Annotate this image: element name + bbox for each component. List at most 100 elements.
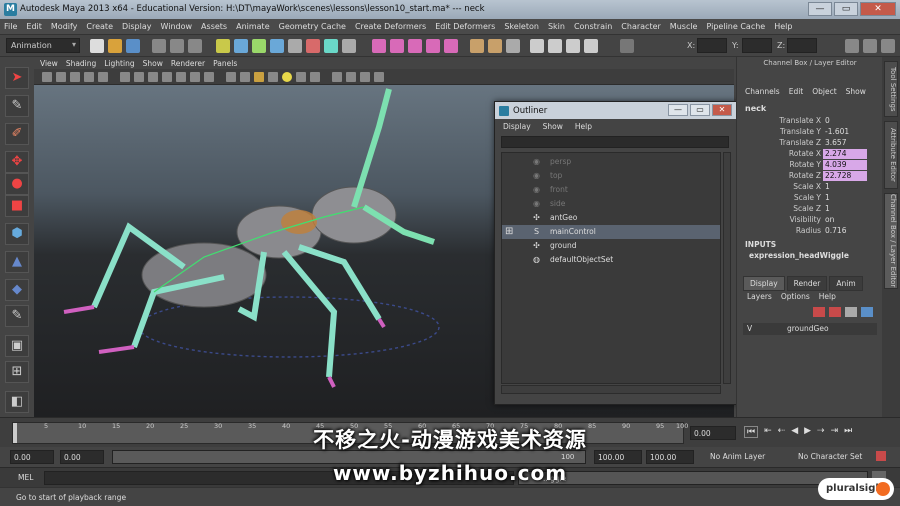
construction-history-icon[interactable] <box>506 39 520 53</box>
channel-row-keyed[interactable]: Rotate X 2.274 <box>737 149 883 160</box>
y-field[interactable] <box>742 38 772 53</box>
z-field[interactable] <box>787 38 817 53</box>
channel-row-keyed[interactable]: Rotate Z 22.728 <box>737 171 883 182</box>
outliner-item[interactable]: ◉ side <box>502 197 720 211</box>
menu-help[interactable]: Help <box>774 22 792 31</box>
outliner-item[interactable]: ◍ defaultObjectSet <box>502 253 720 267</box>
new-layer-from-selected-icon[interactable] <box>829 307 841 317</box>
outliner-item[interactable]: ✣ ground <box>502 239 720 253</box>
make-live-icon[interactable] <box>444 39 458 53</box>
menu-display[interactable]: Display <box>122 22 152 31</box>
new-scene-icon[interactable] <box>90 39 104 53</box>
menu-assets[interactable]: Assets <box>201 22 227 31</box>
maximize-button[interactable]: ▭ <box>834 2 858 16</box>
outliner-item-selected[interactable]: ⊞ SmainControl <box>502 225 720 239</box>
output-ops-icon[interactable] <box>488 39 502 53</box>
channel-row[interactable]: Scale X1 <box>737 182 883 193</box>
select-hierarchy-icon[interactable] <box>152 39 166 53</box>
display-layer-row[interactable]: V groundGeo <box>743 323 877 335</box>
single-perspective-layout-icon[interactable]: ▣ <box>5 335 29 357</box>
snap-to-curves-icon[interactable] <box>390 39 404 53</box>
menu-modify[interactable]: Modify <box>51 22 78 31</box>
lasso-tool-icon[interactable]: ✎ <box>5 95 29 117</box>
outliner-title-bar[interactable]: Outliner — ▭ ✕ <box>495 102 736 119</box>
minimize-button[interactable]: — <box>808 2 832 16</box>
select-misc-icon[interactable] <box>342 39 356 53</box>
select-by-handle-icon[interactable] <box>216 39 230 53</box>
x-field[interactable] <box>697 38 727 53</box>
layer-menu-options[interactable]: Options <box>781 292 810 301</box>
outliner-filter-field[interactable] <box>501 136 729 148</box>
soft-mod-tool-icon[interactable]: ▲ <box>5 251 29 273</box>
outliner-menu-show[interactable]: Show <box>543 122 563 131</box>
channel-row[interactable]: Translate Y -1.601 <box>737 127 883 138</box>
select-rendering-icon[interactable] <box>324 39 338 53</box>
side-tab-channel-box[interactable]: Channel Box / Layer Editor <box>884 193 898 289</box>
menu-skin[interactable]: Skin <box>548 22 565 31</box>
channelbox-menu-object[interactable]: Object <box>812 87 836 96</box>
outliner-maximize-button[interactable]: ▭ <box>690 104 710 116</box>
render-current-frame-icon[interactable] <box>548 39 562 53</box>
outliner-item[interactable]: ✣ antGeo <box>502 211 720 225</box>
last-tool-used-icon[interactable]: ✎ <box>5 305 29 327</box>
outliner-menu-help[interactable]: Help <box>575 122 592 131</box>
layer-menu-help[interactable]: Help <box>819 292 836 301</box>
layer-tab-anim[interactable]: Anim <box>829 276 863 291</box>
outliner-item[interactable]: ◉ front <box>502 183 720 197</box>
menu-character[interactable]: Character <box>621 22 661 31</box>
channel-row[interactable]: Scale Y1 <box>737 193 883 204</box>
show-manipulator-icon[interactable]: ◆ <box>5 279 29 301</box>
outliner-vertical-scrollbar[interactable] <box>723 152 731 384</box>
menu-constrain[interactable]: Constrain <box>574 22 612 31</box>
outliner-item[interactable]: ◉ top <box>502 169 720 183</box>
layer-tab-render[interactable]: Render <box>786 276 828 291</box>
four-view-layout-icon[interactable]: ⊞ <box>5 361 29 383</box>
outliner-item[interactable]: ◉ persp <box>502 155 720 169</box>
menu-geometry-cache[interactable]: Geometry Cache <box>279 22 346 31</box>
move-layer-up-icon[interactable] <box>845 307 857 317</box>
menu-skeleton[interactable]: Skeleton <box>504 22 539 31</box>
move-layer-down-icon[interactable] <box>861 307 873 317</box>
scale-tool-icon[interactable]: ■ <box>5 195 29 217</box>
menu-window[interactable]: Window <box>161 22 193 31</box>
channel-row[interactable]: Radius 0.716 <box>737 226 883 237</box>
outliner-horizontal-scrollbar[interactable] <box>501 385 721 394</box>
toggle-attribute-editor-icon[interactable] <box>845 39 859 53</box>
snap-to-points-icon[interactable] <box>408 39 422 53</box>
menu-create-deformers[interactable]: Create Deformers <box>355 22 426 31</box>
render-view-icon[interactable] <box>530 39 544 53</box>
render-settings-icon[interactable] <box>584 39 598 53</box>
layer-visibility-toggle[interactable]: V <box>747 324 752 333</box>
menu-edit[interactable]: Edit <box>26 22 42 31</box>
channel-row[interactable]: Translate X0 <box>737 116 883 127</box>
new-empty-layer-icon[interactable] <box>813 307 825 317</box>
select-surfaces-icon[interactable] <box>270 39 284 53</box>
move-tool-icon[interactable]: ✥ <box>5 151 29 173</box>
menu-pipeline-cache[interactable]: Pipeline Cache <box>706 22 765 31</box>
expand-icon[interactable]: ⊞ <box>505 226 513 237</box>
channel-row[interactable]: Scale Z1 <box>737 204 883 215</box>
paint-select-tool-icon[interactable]: ✐ <box>5 123 29 145</box>
layer-tab-display[interactable]: Display <box>743 276 785 291</box>
manipulator-tool-icon[interactable]: ⬢ <box>5 223 29 245</box>
ipr-render-icon[interactable] <box>566 39 580 53</box>
select-object-icon[interactable] <box>170 39 184 53</box>
main-control-curve[interactable] <box>138 296 440 358</box>
snap-to-grids-icon[interactable] <box>372 39 386 53</box>
save-scene-icon[interactable] <box>126 39 140 53</box>
menu-file[interactable]: File <box>4 22 17 31</box>
channel-row[interactable]: Translate Z 3.657 <box>737 138 883 149</box>
toggle-channel-box-icon[interactable] <box>881 39 895 53</box>
channelbox-menu-edit[interactable]: Edit <box>789 87 804 96</box>
close-button[interactable]: ✕ <box>860 2 896 16</box>
input-ops-icon[interactable] <box>470 39 484 53</box>
select-joints-icon[interactable] <box>234 39 248 53</box>
input-node-expression[interactable]: expression_headWiggle <box>749 251 849 260</box>
side-tab-tool-settings[interactable]: Tool Settings <box>884 61 898 117</box>
menu-create[interactable]: Create <box>86 22 113 31</box>
menu-edit-deformers[interactable]: Edit Deformers <box>435 22 495 31</box>
side-tab-attribute-editor[interactable]: Attribute Editor <box>884 121 898 189</box>
menu-animate[interactable]: Animate <box>236 22 270 31</box>
toggle-tool-settings-icon[interactable] <box>863 39 877 53</box>
channelbox-menu-show[interactable]: Show <box>846 87 866 96</box>
